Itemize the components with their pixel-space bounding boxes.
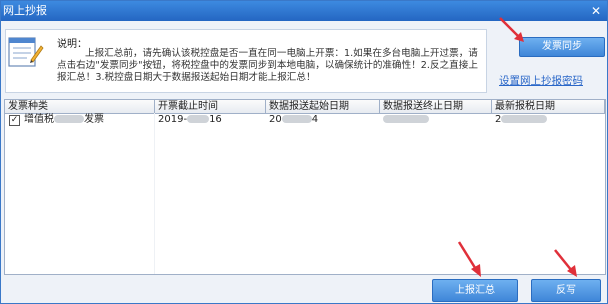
dialog-window: 网上抄报 ✕ 说明： 上报汇总前，请先确认该税控盘是否一直在同一电脑上开票：1.…: [0, 0, 608, 304]
table-header: 发票种类 开票截止时间 数据报送起始日期 数据报送终止日期 最新报税日期: [5, 100, 605, 114]
table-row[interactable]: ✓ 增值税 发票 2019- 16 20 4 2: [5, 113, 605, 127]
cell-deadline: 2019- 16: [158, 114, 222, 125]
row-checkbox[interactable]: ✓: [9, 115, 20, 126]
upload-summary-button[interactable]: 上报汇总: [432, 279, 518, 302]
cell-end-date: [380, 113, 492, 127]
redacted-blur: [501, 115, 548, 123]
header-latest-date[interactable]: 最新报税日期: [492, 100, 605, 113]
title-bar: 网上抄报 ✕: [1, 1, 607, 21]
header-start-date[interactable]: 数据报送起始日期: [266, 100, 380, 113]
redacted-blur: [187, 115, 210, 123]
cell-latest-date: 2: [492, 113, 605, 127]
redacted-blur: [383, 115, 429, 123]
header-invoice-type[interactable]: 发票种类: [5, 100, 155, 113]
cell-start-date: 20 4: [269, 114, 319, 125]
close-icon[interactable]: ✕: [591, 1, 601, 21]
cell-invoice-type: 增值税 发票: [24, 114, 104, 125]
window-title: 网上抄报: [3, 4, 47, 17]
invoice-table: 发票种类 开票截止时间 数据报送起始日期 数据报送终止日期 最新报税日期 ✓ 增…: [4, 99, 606, 275]
header-end-date[interactable]: 数据报送终止日期: [380, 100, 492, 113]
redacted-blur: [281, 115, 312, 123]
redacted-blur: [54, 115, 84, 123]
column-divider: [154, 113, 155, 274]
header-deadline[interactable]: 开票截止时间: [155, 100, 266, 113]
set-password-link[interactable]: 设置网上抄报密码: [499, 73, 583, 88]
invoice-sync-button[interactable]: 发票同步: [519, 37, 605, 57]
description-text: 上报汇总前，请先确认该税控盘是否一直在同一电脑上开票：1.如果在多台电脑上开过票…: [57, 48, 478, 84]
writeback-button[interactable]: 反写: [531, 279, 601, 302]
notepad-icon: [8, 37, 44, 67]
